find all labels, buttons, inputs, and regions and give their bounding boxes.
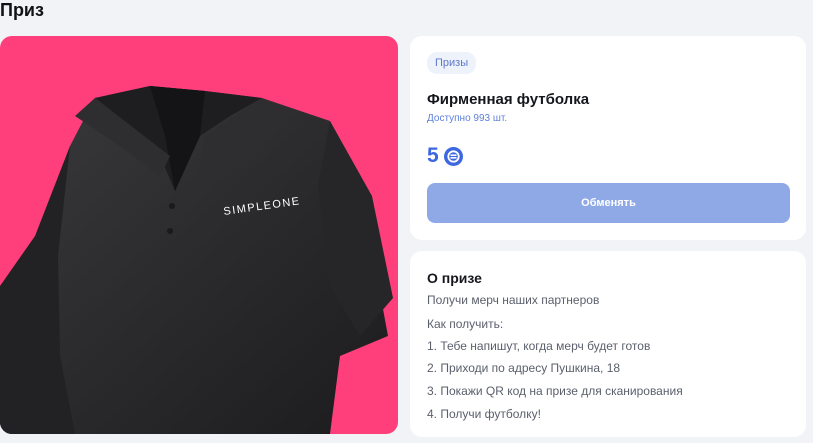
price-value: 5	[427, 144, 439, 167]
prize-card: Призы Фирменная футболка Доступно 993 шт…	[410, 36, 806, 240]
coin-icon	[443, 146, 463, 166]
category-badge[interactable]: Призы	[427, 52, 477, 74]
about-card: О призе Получи мерч наших партнеров Как …	[410, 251, 806, 437]
polo-shirt-illustration: SIMPLEONE	[0, 86, 393, 434]
product-name: Фирменная футболка	[427, 91, 590, 108]
step-item: 4. Получи футболку!	[427, 407, 541, 421]
step-item: 2. Приходи по адресу Пушкина, 18	[427, 361, 621, 375]
step-item: 3. Покажи QR код на призе для сканирован…	[427, 384, 683, 398]
step-item: 1. Тебе напишут, когда мерч будет готов	[427, 339, 651, 353]
how-to-label: Как получить:	[427, 317, 504, 331]
availability-text: Доступно 993 шт.	[427, 113, 508, 124]
page-title: Приз	[0, 0, 44, 20]
price: 5	[427, 144, 463, 168]
about-title: О призе	[427, 270, 482, 286]
product-image: SIMPLEONE	[0, 36, 398, 434]
about-description: Получи мерч наших партнеров	[427, 293, 600, 307]
exchange-button[interactable]: Обменять	[427, 183, 790, 223]
